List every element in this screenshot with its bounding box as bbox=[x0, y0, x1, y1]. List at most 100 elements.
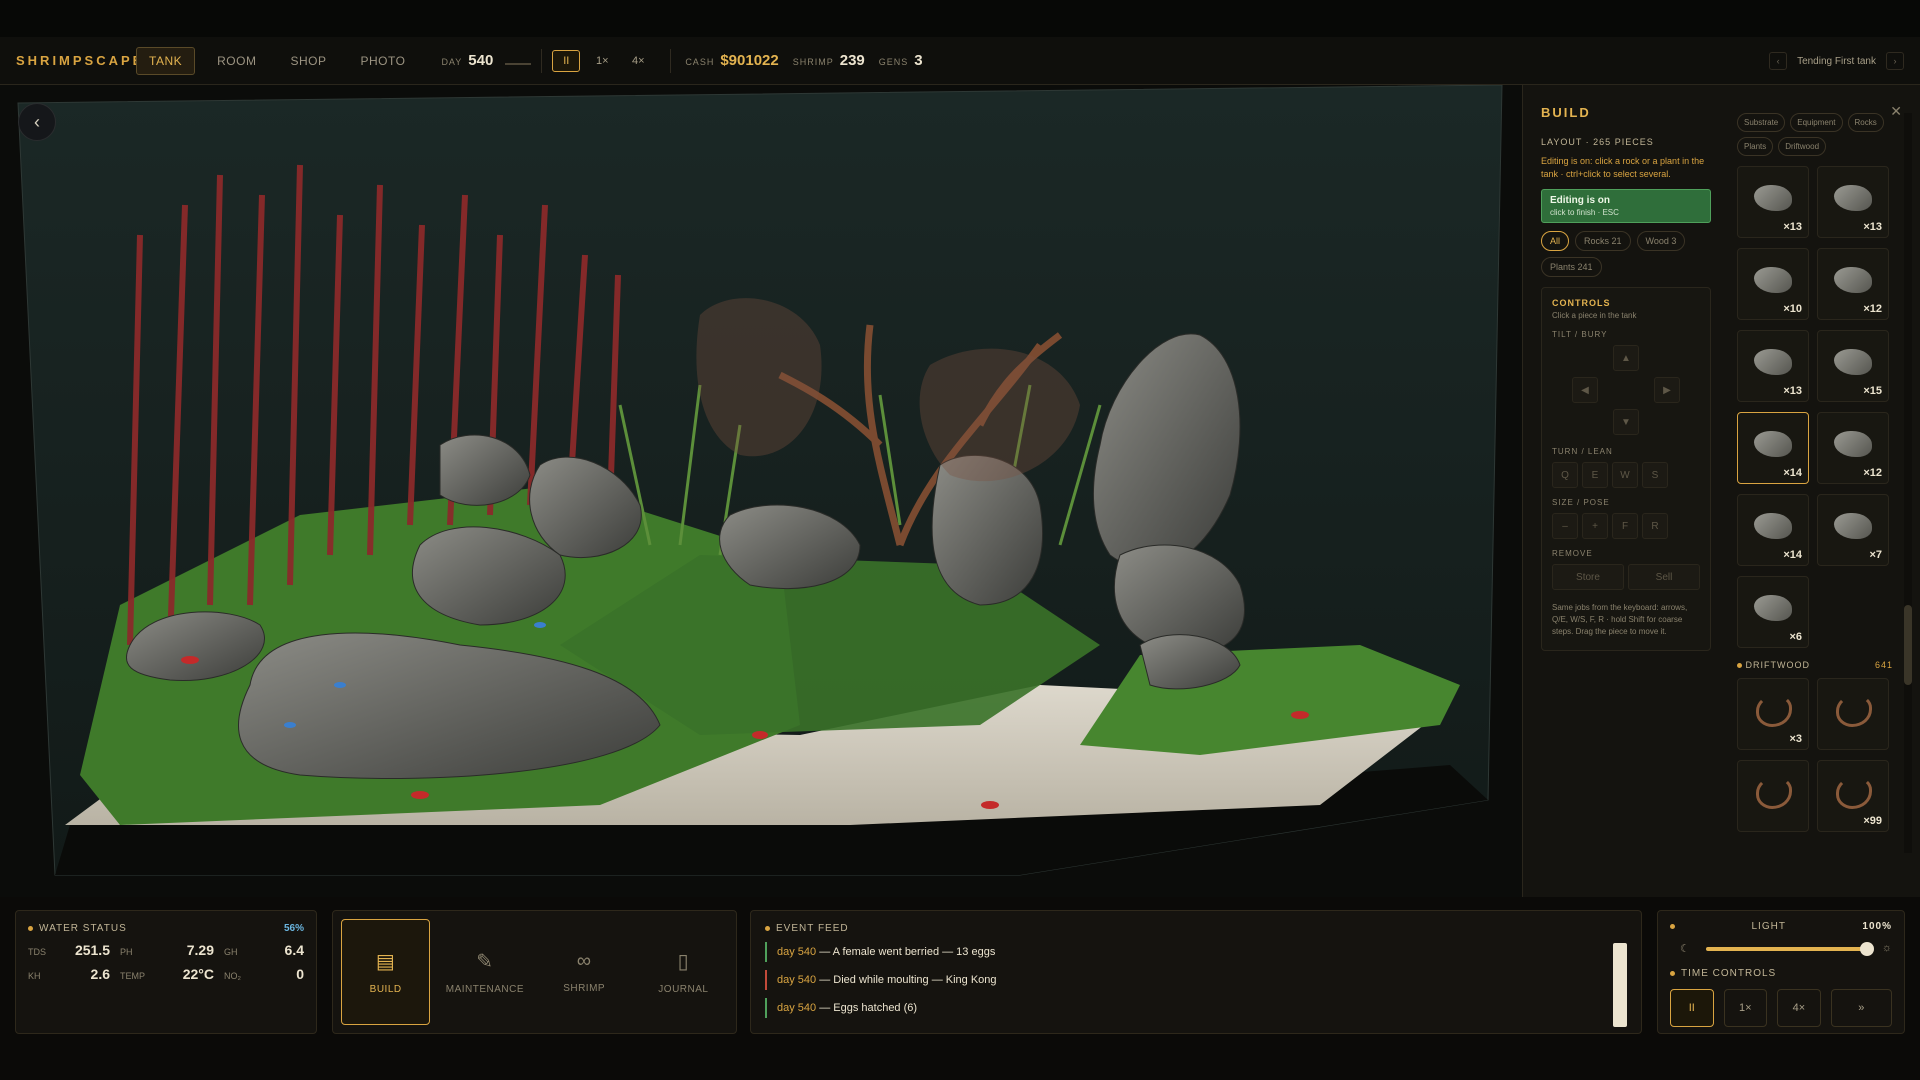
water-status-panel: WATER STATUS 56% TDS 251.5 PH 7.29 GH 6.… bbox=[15, 910, 317, 1034]
tds-value: 251.5 bbox=[74, 942, 110, 958]
item-count: ×15 bbox=[1863, 385, 1882, 397]
no2-label: NO₂ bbox=[224, 971, 241, 981]
size-smaller-key[interactable]: – bbox=[1552, 513, 1578, 539]
editing-toggle[interactable]: Editing is on click to finish · ESC bbox=[1541, 189, 1711, 223]
rock-item[interactable]: ×13 bbox=[1817, 166, 1889, 238]
catalog-scrollbar[interactable] bbox=[1904, 113, 1912, 853]
sell-button[interactable]: Sell bbox=[1628, 564, 1700, 590]
light-value: 100% bbox=[1862, 921, 1892, 932]
layout-count: LAYOUT · 265 PIECES bbox=[1541, 137, 1654, 147]
catalog-categories: Substrate Equipment Rocks Plants Driftwo… bbox=[1737, 113, 1893, 156]
light-title: LIGHT bbox=[1751, 921, 1786, 932]
bury-button[interactable]: ▼ bbox=[1613, 409, 1639, 435]
rock-item[interactable]: ×14 bbox=[1737, 494, 1809, 566]
tab-room[interactable]: ROOM bbox=[205, 48, 268, 74]
event-item: day 540 — Died while moulting — King Kon… bbox=[765, 970, 1627, 990]
driftwood-item[interactable]: ×3 bbox=[1737, 678, 1809, 750]
filter-all[interactable]: All bbox=[1541, 231, 1570, 251]
rock-item[interactable]: ×15 bbox=[1817, 330, 1889, 402]
water-row: TDS 251.5 PH 7.29 GH 6.4 bbox=[28, 942, 304, 958]
size-label: SIZE / POSE bbox=[1552, 498, 1610, 507]
build-icon: ▤ bbox=[375, 951, 396, 973]
time-1x-button[interactable]: 1× bbox=[1723, 989, 1768, 1027]
controls-subtitle: Click a piece in the tank bbox=[1552, 311, 1637, 320]
driftwood-item[interactable] bbox=[1817, 678, 1889, 750]
turn-key-q[interactable]: Q bbox=[1552, 462, 1578, 488]
time-pause-button[interactable]: II bbox=[1670, 989, 1714, 1027]
filter-plants[interactable]: Plants 241 bbox=[1541, 257, 1602, 277]
tab-shop[interactable]: SHOP bbox=[278, 48, 338, 74]
no2-value: 0 bbox=[296, 966, 304, 982]
item-count: ×13 bbox=[1783, 221, 1802, 233]
rock-item[interactable]: ×13 bbox=[1737, 330, 1809, 402]
pause-button[interactable]: II bbox=[552, 49, 581, 72]
driftwood-label: DRIFTWOOD bbox=[1737, 660, 1810, 670]
tilt-up-button[interactable]: ▲ bbox=[1613, 345, 1639, 371]
light-slider-knob[interactable] bbox=[1860, 942, 1874, 956]
category-rocks[interactable]: Rocks bbox=[1847, 113, 1884, 132]
tilt-right-button[interactable]: ▶ bbox=[1654, 377, 1680, 403]
light-slider[interactable]: ☾ ☼ bbox=[1670, 942, 1892, 956]
pose-r-key[interactable]: R bbox=[1642, 513, 1668, 539]
gh-label: GH bbox=[224, 947, 238, 957]
item-count: ×13 bbox=[1863, 221, 1882, 233]
tab-photo[interactable]: PHOTO bbox=[348, 48, 417, 74]
time-4x-button[interactable]: 4× bbox=[1777, 989, 1821, 1027]
driftwood-header: DRIFTWOOD 641 bbox=[1737, 660, 1893, 670]
build-panel: BUILD ✕ LAYOUT · 265 PIECES Editing is o… bbox=[1522, 85, 1920, 897]
driftwood-item[interactable] bbox=[1737, 760, 1809, 832]
rock-thumbnail bbox=[1754, 267, 1792, 293]
rock-thumbnail bbox=[1754, 513, 1792, 539]
tank-viewport[interactable]: ‹ bbox=[0, 85, 1522, 897]
rock-item[interactable]: ×10 bbox=[1737, 248, 1809, 320]
rock-thumbnail bbox=[1834, 349, 1872, 375]
turn-key-s[interactable]: S bbox=[1642, 462, 1668, 488]
category-substrate[interactable]: Substrate bbox=[1737, 113, 1786, 132]
editing-subtitle: click to finish · ESC bbox=[1550, 208, 1619, 217]
speed-1x-button[interactable]: 1× bbox=[588, 50, 616, 72]
goal-prev-button[interactable]: ‹ bbox=[1769, 52, 1788, 70]
tilt-left-button[interactable]: ◀ bbox=[1572, 377, 1598, 403]
event-feed-scrollbar[interactable] bbox=[1613, 943, 1627, 1027]
filter-rocks[interactable]: Rocks 21 bbox=[1575, 231, 1631, 251]
water-quality-percent: 56% bbox=[283, 923, 304, 934]
store-button[interactable]: Store bbox=[1552, 564, 1624, 590]
turn-key-e[interactable]: E bbox=[1582, 462, 1608, 488]
aquarium-scene[interactable] bbox=[0, 85, 1522, 897]
build-mode-button[interactable]: ▤ BUILD bbox=[341, 919, 431, 1025]
journal-icon: ▯ bbox=[677, 951, 690, 973]
mode-nav-panel: ▤ BUILD ✎ MAINTENANCE ∞ SHRIMP ▯ JOURNAL bbox=[332, 910, 737, 1034]
fast-forward-button[interactable]: » bbox=[1830, 989, 1892, 1027]
rock-item[interactable]: ×12 bbox=[1817, 248, 1889, 320]
rock-item[interactable]: ×6 bbox=[1737, 576, 1809, 648]
day-value: 540 bbox=[468, 52, 494, 69]
maintenance-mode-button[interactable]: ✎ MAINTENANCE bbox=[440, 919, 529, 1025]
driftwood-item[interactable]: ×99 bbox=[1817, 760, 1889, 832]
turn-keys: Q E W S bbox=[1552, 462, 1700, 488]
shrimp-mode-button[interactable]: ∞ SHRIMP bbox=[540, 919, 629, 1025]
rock-item[interactable]: ×13 bbox=[1737, 166, 1809, 238]
item-count: ×99 bbox=[1863, 815, 1882, 827]
rock-item[interactable]: ×7 bbox=[1817, 494, 1889, 566]
category-plants[interactable]: Plants bbox=[1737, 137, 1774, 156]
item-count: ×7 bbox=[1869, 549, 1882, 561]
turn-key-w[interactable]: W bbox=[1612, 462, 1638, 488]
category-driftwood[interactable]: Driftwood bbox=[1778, 137, 1827, 156]
turn-label: TURN / LEAN bbox=[1552, 447, 1613, 456]
catalog-scroll-thumb[interactable] bbox=[1904, 605, 1912, 685]
journal-mode-button[interactable]: ▯ JOURNAL bbox=[639, 919, 728, 1025]
rock-item-selected[interactable]: ×14 bbox=[1737, 412, 1809, 484]
pose-f-key[interactable]: F bbox=[1612, 513, 1638, 539]
filter-wood[interactable]: Wood 3 bbox=[1636, 231, 1686, 251]
temp-label: TEMP bbox=[120, 971, 146, 981]
tds-label: TDS bbox=[28, 947, 46, 957]
goal-next-button[interactable]: › bbox=[1886, 52, 1904, 70]
back-button[interactable]: ‹ bbox=[18, 103, 56, 141]
rock-item[interactable]: ×12 bbox=[1817, 412, 1889, 484]
tab-tank[interactable]: TANK bbox=[136, 46, 196, 75]
category-equipment[interactable]: Equipment bbox=[1790, 113, 1843, 132]
tilt-label: TILT / BURY bbox=[1552, 330, 1608, 339]
size-bigger-key[interactable]: + bbox=[1582, 513, 1608, 539]
speed-4x-button[interactable]: 4× bbox=[624, 50, 652, 72]
item-count: ×3 bbox=[1789, 733, 1802, 745]
